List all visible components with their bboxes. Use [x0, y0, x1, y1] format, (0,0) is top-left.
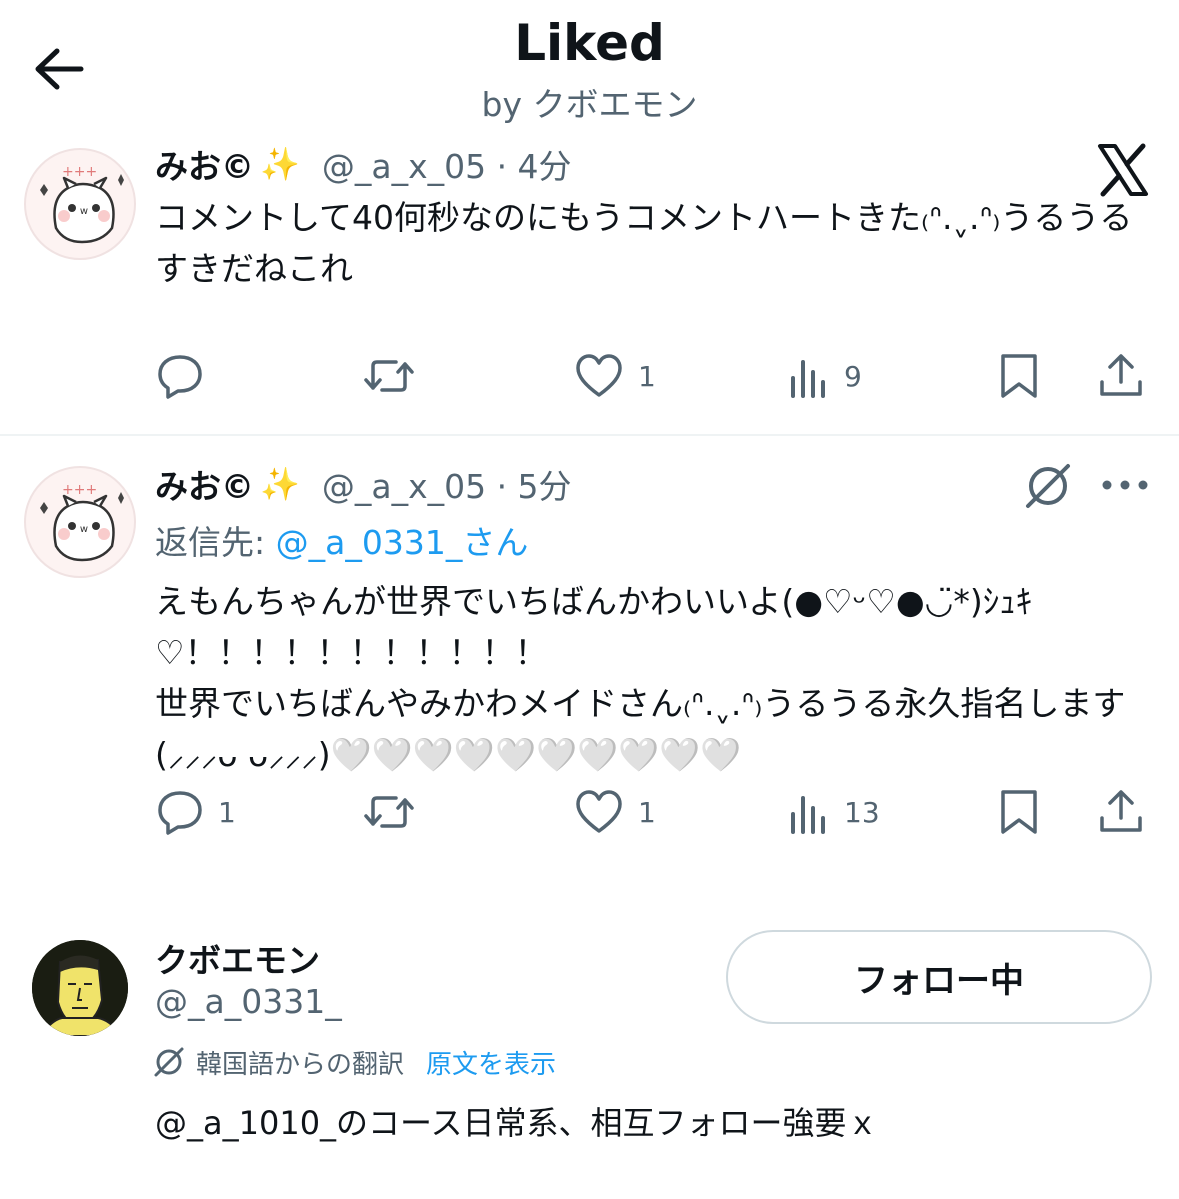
- reply-button[interactable]: 1: [156, 782, 236, 842]
- avatar-illustration: w +++: [40, 164, 124, 244]
- views-button[interactable]: 13: [788, 782, 880, 842]
- reply-icon: [158, 355, 202, 399]
- author-name[interactable]: みお©︎: [155, 460, 254, 508]
- author-handle[interactable]: @_a_x_05 · 5分: [322, 460, 572, 508]
- bookmark-icon: [1001, 790, 1037, 834]
- avatar[interactable]: w +++: [24, 466, 136, 578]
- like-button[interactable]: 1: [574, 346, 656, 406]
- sparkle-icon: ✨: [260, 465, 300, 503]
- profile-name[interactable]: クボエモン: [155, 934, 320, 982]
- grok-icon[interactable]: [1022, 460, 1074, 512]
- like-count: 1: [638, 795, 656, 829]
- share-icon: [1100, 790, 1142, 832]
- like-button[interactable]: 1: [574, 782, 656, 842]
- author-handle[interactable]: @_a_x_05 · 4分: [322, 140, 572, 188]
- views-button[interactable]: 9: [788, 346, 862, 406]
- view-count: 9: [844, 359, 862, 393]
- like-count: 1: [638, 359, 656, 393]
- retweet-icon: [364, 796, 414, 828]
- retweet-button[interactable]: [362, 782, 430, 842]
- avatar-illustration: [32, 940, 128, 1036]
- tweet-text: コメントして40何秒なのにもうコメントハートきた₍ᐢ.ˬ.ᐢ₎うるうる すきだね…: [155, 198, 1133, 288]
- translation-row: 韓国語からの翻訳 原文を表示: [152, 1042, 556, 1082]
- tweet-actions: 1 1 13: [0, 782, 1179, 842]
- reply-icon: [158, 791, 202, 835]
- profile-avatar[interactable]: [32, 940, 128, 1036]
- profile-handle[interactable]: @_a_0331_: [155, 982, 342, 1021]
- tweet-header: みお©︎ ✨ @_a_x_05 · 5分: [155, 462, 572, 506]
- following-button[interactable]: フォロー中: [726, 930, 1152, 1024]
- reply-to-line: 返信先: @_a_0331_さん: [155, 516, 528, 564]
- profile-card: クボエモン @_a_0331_ フォロー中 韓国語からの翻訳 原文を表示 @_a…: [0, 920, 1179, 1199]
- sparkle-icon: ✨: [260, 145, 300, 183]
- bookmark-icon: [1001, 354, 1037, 398]
- tweet[interactable]: w +++ みお©︎ ✨ @_a_x_05 · 4分 コメントして40何秒なのに…: [0, 130, 1179, 436]
- retweet-button[interactable]: [362, 346, 430, 406]
- header: Liked by クボエモン: [0, 0, 1179, 130]
- page-subtitle: by クボエモン: [481, 85, 698, 124]
- views-icon: [791, 796, 825, 834]
- views-icon: [791, 360, 825, 398]
- divider: [0, 434, 1179, 436]
- reply-to-mention[interactable]: @_a_0331_さん: [276, 523, 529, 562]
- avatar[interactable]: w +++: [24, 148, 136, 260]
- bookmark-button[interactable]: [998, 346, 1040, 406]
- retweet-icon: [364, 360, 414, 392]
- author-name[interactable]: みお©︎: [155, 140, 254, 188]
- view-count: 13: [844, 795, 880, 829]
- svg-text:w: w: [80, 524, 88, 535]
- profile-bio: @_a_1010_のコース日常系、相互フォロー強要ｘ: [155, 1104, 879, 1142]
- share-button[interactable]: [1098, 346, 1144, 406]
- svg-text:w: w: [80, 206, 88, 217]
- show-original-link[interactable]: 原文を表示: [426, 1044, 556, 1081]
- like-icon: [576, 354, 622, 397]
- more-icon[interactable]: [1098, 470, 1152, 500]
- svg-text:+++: +++: [62, 482, 97, 498]
- tweet-header: みお©︎ ✨ @_a_x_05 · 4分: [155, 142, 572, 186]
- tweet-actions: 1 9: [0, 346, 1179, 406]
- reply-button[interactable]: [156, 346, 218, 406]
- translation-label: 韓国語からの翻訳: [196, 1049, 405, 1080]
- reply-count: 1: [218, 795, 236, 829]
- share-icon: [1100, 354, 1142, 396]
- page-title: Liked: [514, 14, 665, 72]
- bookmark-button[interactable]: [998, 782, 1040, 842]
- like-icon: [576, 790, 622, 833]
- tweet[interactable]: w +++ みお©︎ ✨ @_a_x_05 · 5分 返信先: @_a_0331…: [0, 450, 1179, 870]
- svg-text:+++: +++: [62, 164, 97, 180]
- translate-icon: [154, 1047, 184, 1077]
- reply-to-prefix: 返信先:: [155, 523, 276, 562]
- tweet-text: えもんちゃんが世界でいちばんかわいいよ(●♡ᵕ♡●◡̈*)ｼｭｷ♡！！！！！！！…: [155, 582, 1126, 774]
- avatar-illustration: w +++: [40, 482, 124, 562]
- share-button[interactable]: [1098, 782, 1144, 842]
